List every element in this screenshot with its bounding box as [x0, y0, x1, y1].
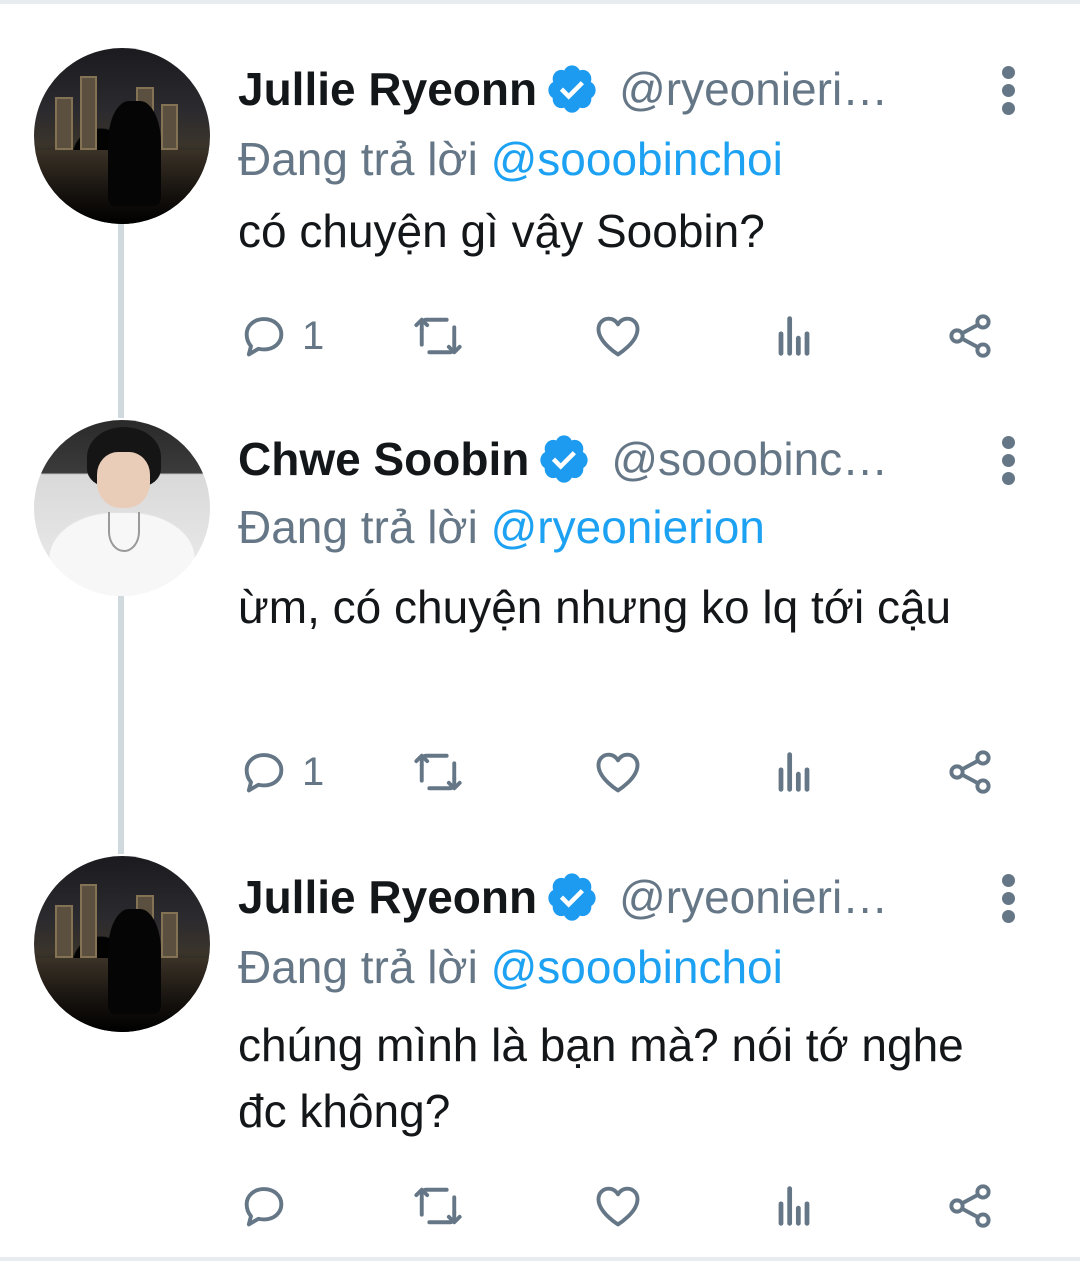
- retweet-icon: [414, 753, 462, 791]
- tweet[interactable]: Jullie Ryeonn @ryeonieri… Đang trả lời @…: [0, 48, 1080, 378]
- tweet-text: có chuyện gì vậy Soobin?: [238, 205, 765, 257]
- more-vertical-icon[interactable]: [996, 436, 1022, 486]
- tweet-text: chúng mình là bạn mà? nói tớ nghe đc khô…: [238, 1019, 964, 1137]
- tweet-actions: 1: [238, 306, 1018, 366]
- reply-count: 1: [302, 313, 325, 358]
- top-divider: [0, 0, 1080, 4]
- avatar[interactable]: [34, 420, 210, 596]
- mention-link[interactable]: @ryeonierion: [491, 501, 765, 553]
- views-button[interactable]: [768, 306, 820, 366]
- bottom-divider: [0, 1257, 1080, 1261]
- like-button[interactable]: [592, 1176, 644, 1236]
- replying-to-label: Đang trả lời: [238, 501, 478, 553]
- author-handle[interactable]: @ryeonieri…: [619, 870, 888, 924]
- replying-to-label: Đang trả lời: [238, 941, 478, 993]
- bar-chart-icon: [778, 752, 810, 792]
- speech-bubble-icon: [244, 753, 284, 793]
- reply-button[interactable]: 1: [238, 306, 324, 366]
- reply-button[interactable]: [238, 1176, 302, 1236]
- views-button[interactable]: [768, 1176, 820, 1236]
- more-vertical-icon[interactable]: [996, 66, 1022, 116]
- author-handle[interactable]: @sooobinc…: [611, 432, 888, 486]
- reply-count: 1: [302, 749, 325, 794]
- retweet-icon: [414, 1187, 462, 1225]
- tweet[interactable]: Chwe Soobin @sooobinc… Đang trả lời @rye…: [0, 420, 1080, 820]
- share-icon: [949, 314, 991, 358]
- tweet-header: Jullie Ryeonn @ryeonieri…: [238, 866, 958, 928]
- tweet-actions: [238, 1176, 1018, 1236]
- heart-icon: [596, 752, 640, 793]
- author-name[interactable]: Chwe Soobin: [238, 432, 529, 486]
- heart-icon: [596, 1186, 640, 1227]
- tweet-header: Chwe Soobin @sooobinc…: [238, 428, 958, 490]
- replying-to: Đang trả lời @sooobinchoi: [238, 132, 783, 186]
- tweet-text: ừm, có chuyện nhưng ko lq tới cậu: [238, 581, 952, 633]
- author-name[interactable]: Jullie Ryeonn: [238, 870, 537, 924]
- tweet[interactable]: Jullie Ryeonn @ryeonieri… Đang trả lời @…: [0, 856, 1080, 1256]
- mention-link[interactable]: @sooobinchoi: [491, 941, 783, 993]
- replying-to-label: Đang trả lời: [238, 133, 478, 185]
- verified-badge-icon: [548, 65, 596, 113]
- heart-icon: [596, 316, 640, 357]
- tweet-actions: 1: [238, 742, 1018, 802]
- verified-badge-icon: [548, 873, 596, 921]
- reply-button[interactable]: 1: [238, 742, 324, 802]
- mention-link[interactable]: @sooobinchoi: [491, 133, 783, 185]
- avatar[interactable]: [34, 48, 210, 224]
- author-name[interactable]: Jullie Ryeonn: [238, 62, 537, 116]
- speech-bubble-icon: [244, 317, 284, 357]
- retweet-button[interactable]: [412, 306, 464, 366]
- replying-to: Đang trả lời @sooobinchoi: [238, 940, 783, 994]
- like-button[interactable]: [592, 306, 644, 366]
- avatar[interactable]: [34, 856, 210, 1032]
- retweet-icon: [414, 317, 462, 355]
- replying-to: Đang trả lời @ryeonierion: [238, 500, 765, 554]
- bar-chart-icon: [778, 316, 810, 356]
- author-handle[interactable]: @ryeonieri…: [619, 62, 888, 116]
- retweet-button[interactable]: [412, 1176, 464, 1236]
- speech-bubble-icon: [244, 1187, 284, 1227]
- views-button[interactable]: [768, 742, 820, 802]
- retweet-button[interactable]: [412, 742, 464, 802]
- share-icon: [949, 1184, 991, 1228]
- like-button[interactable]: [592, 742, 644, 802]
- share-button[interactable]: [944, 742, 996, 802]
- bar-chart-icon: [778, 1186, 810, 1226]
- share-button[interactable]: [944, 306, 996, 366]
- tweet-header: Jullie Ryeonn @ryeonieri…: [238, 58, 958, 120]
- share-icon: [949, 750, 991, 794]
- verified-badge-icon: [540, 435, 588, 483]
- share-button[interactable]: [944, 1176, 996, 1236]
- more-vertical-icon[interactable]: [996, 874, 1022, 924]
